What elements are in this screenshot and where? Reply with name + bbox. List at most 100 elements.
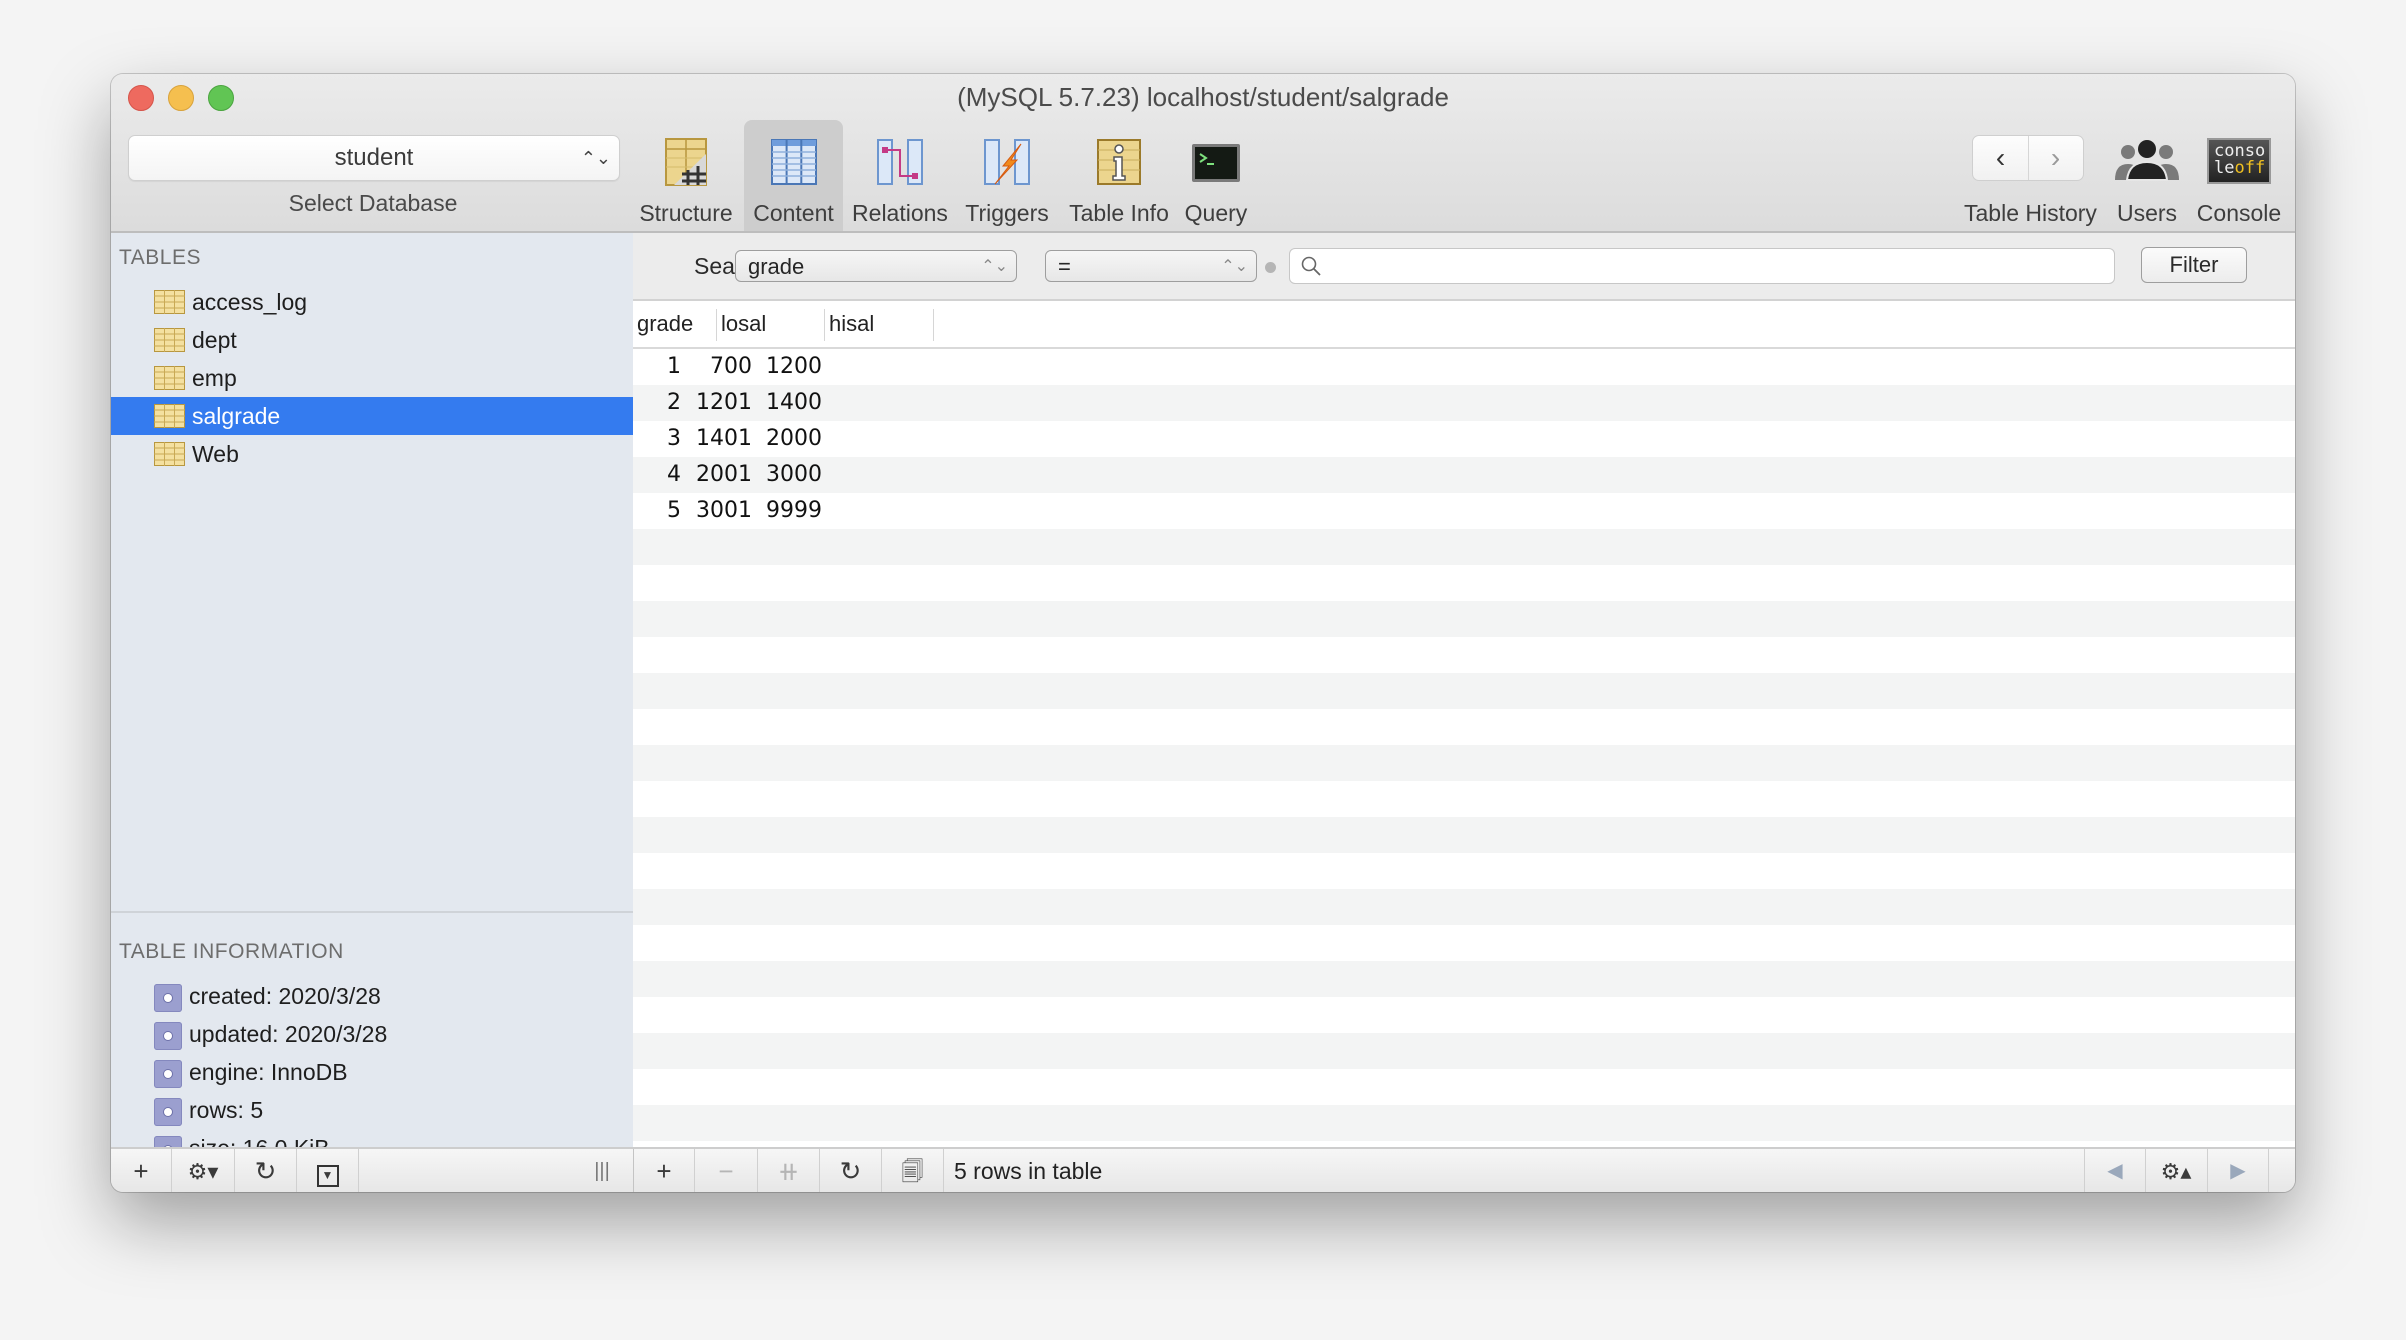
empty-row — [633, 601, 2295, 637]
grid-body: 1 700 1200 2 1201 1400 3 1401 2000 4 2001 3000 5 3001… — [633, 349, 2295, 1147]
refresh-icon: ↻ — [254, 1156, 277, 1186]
table-info-icon — [1097, 139, 1141, 185]
chevron-right-icon: › — [2050, 142, 2061, 173]
table-row[interactable]: 4 2001 3000 — [633, 457, 2295, 493]
filter-search-field[interactable] — [1289, 248, 2115, 284]
console-badge-le: le — [2214, 158, 2235, 178]
column-separator[interactable] — [933, 309, 934, 341]
table-info-text: rows: 5 — [189, 1097, 264, 1123]
search-icon — [1301, 256, 1321, 276]
empty-row — [633, 1069, 2295, 1105]
cell-hisal[interactable]: 2000 — [633, 421, 822, 457]
remove-row-button[interactable]: − — [695, 1149, 758, 1192]
empty-row — [633, 781, 2295, 817]
table-icon — [154, 328, 185, 352]
sidebar-table-name: emp — [192, 365, 237, 391]
toolbar-console-button[interactable]: conso leoff Console — [2194, 120, 2284, 231]
table-actions-menu-button[interactable]: ⚙▾ — [172, 1149, 235, 1192]
empty-row — [633, 529, 2295, 565]
updown-chevron-icon: ⌃⌄ — [1221, 258, 1248, 275]
toolbar-content-button[interactable]: Content — [744, 120, 843, 231]
sidebar-table-item[interactable]: emp — [111, 359, 633, 397]
empty-row — [633, 997, 2295, 1033]
toggle-info-pane-button[interactable]: ▼ — [297, 1149, 359, 1192]
collapse-pane-icon: ▼ — [316, 1165, 339, 1187]
users-icon — [2115, 140, 2179, 181]
toolbar-triggers-button[interactable]: Triggers — [957, 120, 1057, 231]
sidebar-table-item[interactable]: access_log — [111, 283, 633, 321]
filter-search-input[interactable] — [1330, 251, 2114, 283]
structure-icon — [665, 138, 707, 186]
query-icon — [1192, 144, 1240, 182]
sidebar-table-name: Web — [192, 441, 239, 467]
add-table-button[interactable]: + — [111, 1149, 172, 1192]
plus-icon: + — [133, 1156, 149, 1186]
info-bullet-icon — [154, 1022, 182, 1050]
minus-icon: − — [718, 1156, 734, 1186]
filter-field-select[interactable]: grade ⌃⌄ — [735, 250, 1017, 282]
table-row[interactable]: 2 1201 1400 — [633, 385, 2295, 421]
cell-hisal[interactable]: 1200 — [633, 349, 822, 385]
table-icon — [154, 290, 185, 314]
relations-icon — [877, 139, 923, 185]
table-info-text: engine: InnoDB — [189, 1059, 348, 1085]
sidebar-table-item[interactable]: dept — [111, 321, 633, 359]
toolbar-users-button[interactable]: Users — [2106, 120, 2188, 231]
show-query-log-button[interactable]: 🗐 — [882, 1149, 944, 1192]
database-select[interactable]: student ⌃⌄ — [128, 135, 620, 181]
column-header-losal[interactable]: losal — [717, 301, 825, 347]
add-row-button[interactable]: + — [634, 1149, 695, 1192]
refresh-tables-button[interactable]: ↻ — [235, 1149, 297, 1192]
pagination-settings-button[interactable]: ⚙▴ — [2145, 1149, 2208, 1192]
empty-row — [633, 961, 2295, 997]
sidebar-table-item[interactable]: Web — [111, 435, 633, 473]
toolbar-table-info-button[interactable]: Table Info — [1063, 120, 1175, 231]
history-back-button[interactable]: ‹ — [1973, 136, 2029, 180]
sidebar-resize-handle[interactable]: ||| — [571, 1149, 634, 1192]
toolbar-structure-label: Structure — [639, 200, 733, 226]
sidebar-divider[interactable] — [111, 911, 633, 913]
table-row[interactable]: 5 3001 9999 — [633, 493, 2295, 529]
grid-header: grade losal hisal — [633, 301, 2295, 349]
filter-button[interactable]: Filter — [2141, 247, 2247, 283]
empty-row — [633, 709, 2295, 745]
empty-row — [633, 673, 2295, 709]
document-stack-icon: 🗐 — [901, 1159, 924, 1184]
filter-operator-select[interactable]: = ⌃⌄ — [1045, 250, 1257, 282]
previous-page-button[interactable]: ◀ — [2084, 1149, 2146, 1192]
toolbar-query-button[interactable]: Query — [1181, 120, 1251, 231]
table-history-control: ‹ › — [1972, 135, 2084, 181]
filter-bar: Search: grade ⌃⌄ = ⌃⌄ Filter — [633, 233, 2295, 301]
plus-icon: + — [656, 1156, 672, 1186]
column-header-grade[interactable]: grade — [633, 301, 716, 347]
toolbar-structure-button[interactable]: Structure — [634, 120, 738, 231]
toolbar-query-label: Query — [1184, 200, 1248, 226]
table-info-text: updated: 2020/3/28 — [189, 1021, 388, 1047]
filter-operator-value: = — [1058, 254, 1071, 279]
toolbar-relations-button[interactable]: Relations — [849, 120, 951, 231]
table-row[interactable]: 3 1401 2000 — [633, 421, 2295, 457]
cell-hisal[interactable]: 9999 — [633, 493, 822, 529]
toolbar-triggers-label: Triggers — [965, 200, 1049, 226]
updown-chevron-icon: ⌃⌄ — [981, 258, 1008, 275]
toolbar: (MySQL 5.7.23) localhost/student/salgrad… — [111, 74, 2295, 233]
updown-chevron-icon: ⌃⌄ — [580, 148, 611, 168]
history-forward-button[interactable]: › — [2028, 136, 2083, 180]
cell-hisal[interactable]: 1400 — [633, 385, 822, 421]
sidebar-table-name: salgrade — [192, 403, 281, 429]
cell-hisal[interactable]: 3000 — [633, 457, 822, 493]
gear-icon: ⚙▾ — [187, 1159, 219, 1184]
refresh-content-button[interactable]: ↻ — [820, 1149, 882, 1192]
database-select-label: Select Database — [288, 190, 458, 216]
table-icon — [154, 442, 185, 466]
sidebar-table-item[interactable]: salgrade — [111, 397, 633, 435]
resize-grip-icon: ||| — [594, 1160, 610, 1182]
chevron-left-icon: ‹ — [1995, 142, 2006, 173]
column-header-hisal[interactable]: hisal — [825, 301, 934, 347]
next-page-button[interactable]: ▶ — [2208, 1149, 2269, 1192]
info-bullet-icon — [154, 984, 182, 1012]
duplicate-icon: ⧺ — [777, 1156, 800, 1186]
app-window: (MySQL 5.7.23) localhost/student/salgrad… — [111, 74, 2295, 1192]
duplicate-row-button[interactable]: ⧺ — [758, 1149, 820, 1192]
table-row[interactable]: 1 700 1200 — [633, 349, 2295, 385]
